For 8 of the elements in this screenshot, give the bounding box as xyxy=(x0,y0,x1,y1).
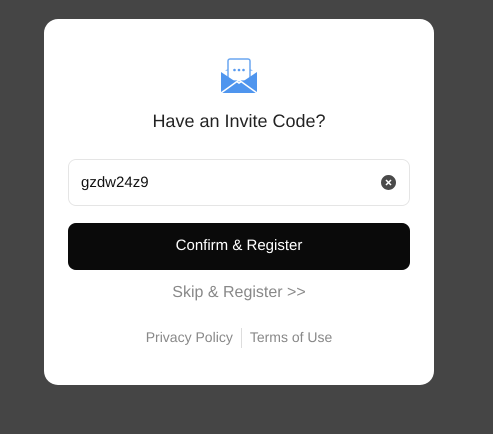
envelope-icon xyxy=(220,56,258,94)
clear-icon[interactable] xyxy=(381,175,396,190)
confirm-register-button[interactable]: Confirm & Register xyxy=(68,223,410,270)
footer-link[interactable]: Terms of Use xyxy=(250,327,332,348)
dialog-title: Have an Invite Code? xyxy=(152,110,326,133)
invite-code-field[interactable]: gzdw24z9 xyxy=(68,159,410,206)
footer-link[interactable]: Privacy Policy xyxy=(146,327,233,348)
skip-register-link[interactable]: Skip & Register >> xyxy=(172,282,306,304)
